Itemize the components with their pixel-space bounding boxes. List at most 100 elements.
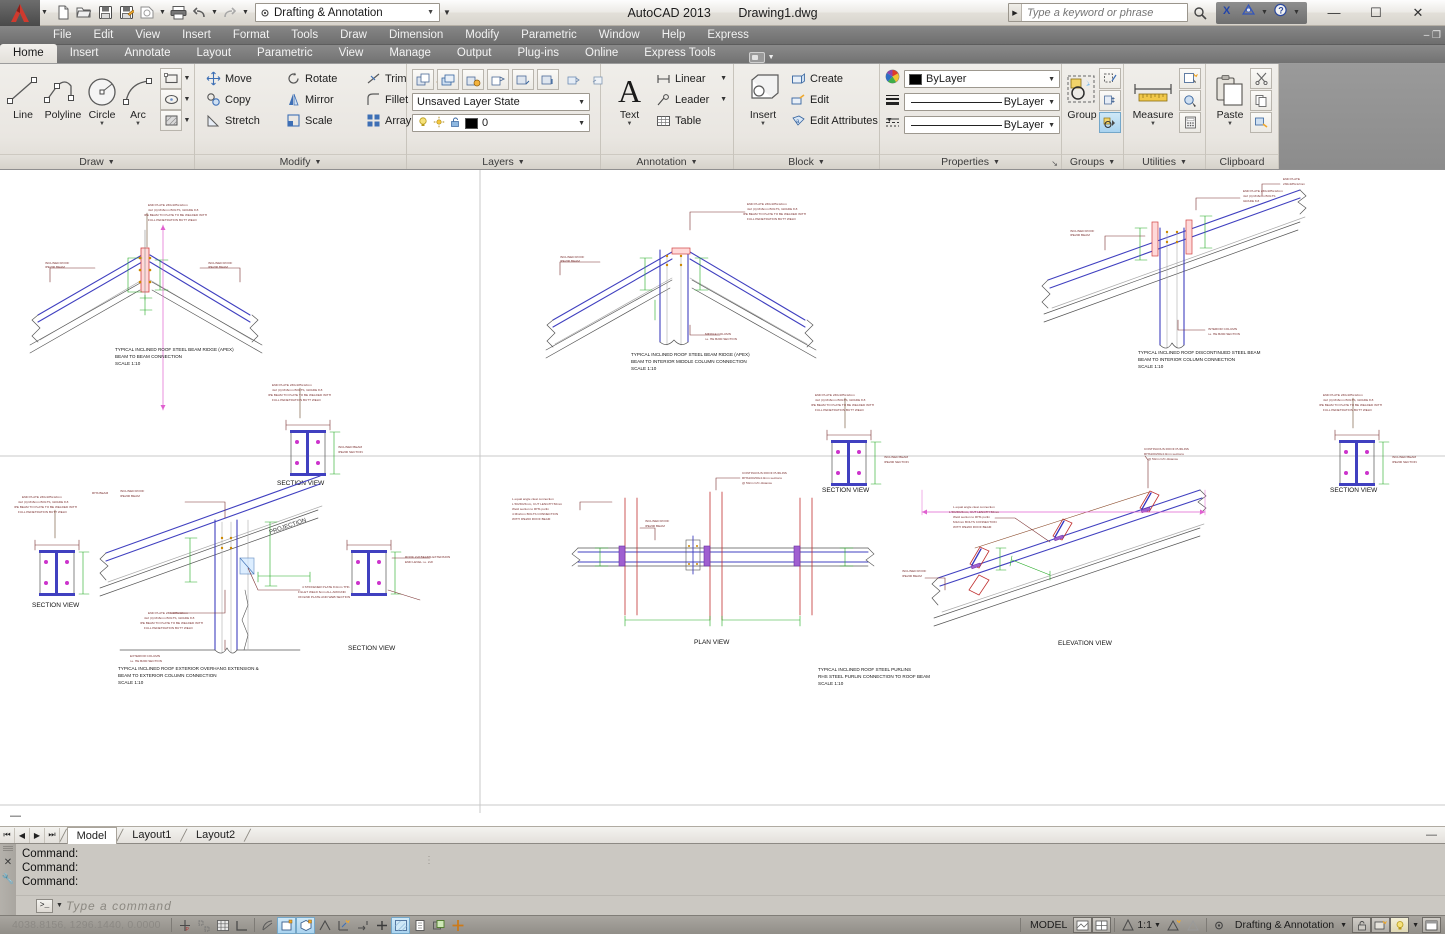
group-edit-tool[interactable]: [1099, 90, 1121, 111]
edit-attributes-tool[interactable]: a Edit Attributes ▼: [788, 110, 895, 131]
linetype-icon[interactable]: [885, 115, 900, 135]
coordinates-readout[interactable]: 4038.8156, 1296.1440, 0.0000: [0, 919, 168, 931]
3d-object-snap-toggle[interactable]: [296, 916, 315, 934]
arc-dropdown-caret-icon[interactable]: ▼: [135, 121, 141, 127]
layer-match-tool[interactable]: [562, 69, 584, 90]
layer-make-current-tool[interactable]: [437, 69, 459, 90]
chevron-down-icon[interactable]: ▼: [691, 159, 698, 166]
plot-button[interactable]: [168, 3, 188, 23]
tab-output[interactable]: Output: [444, 44, 505, 63]
cut-tool[interactable]: [1250, 68, 1272, 89]
layout-tab-model[interactable]: Model: [66, 826, 117, 844]
panel-layers-title[interactable]: Layers ▼: [407, 154, 600, 169]
tab-express-tools[interactable]: Express Tools: [631, 44, 728, 63]
tab-view[interactable]: View: [326, 44, 377, 63]
panel-block-title[interactable]: Block ▼: [734, 154, 879, 169]
command-history[interactable]: Command: Command: Command: ⋮: [16, 844, 1445, 895]
close-icon[interactable]: ✕: [4, 857, 12, 868]
annotation-scale-value[interactable]: 1:1: [1137, 919, 1154, 931]
panel-draw-title[interactable]: Draw ▼: [0, 154, 194, 169]
match-properties-tool[interactable]: [1250, 112, 1272, 133]
layer-unlock-icon[interactable]: [449, 116, 461, 131]
layer-color-swatch[interactable]: [465, 117, 478, 129]
ortho-mode-toggle[interactable]: [232, 917, 251, 934]
panel-annotation-title[interactable]: Annotation ▼: [601, 154, 733, 169]
chevron-down-icon[interactable]: ▼: [574, 120, 589, 127]
linetype-combo[interactable]: ByLayer ▼: [904, 116, 1060, 134]
table-tool[interactable]: Table: [653, 110, 729, 131]
copyclip-tool[interactable]: [1250, 90, 1272, 111]
close-button[interactable]: ✕: [1397, 1, 1439, 25]
tab-parametric[interactable]: Parametric: [244, 44, 326, 63]
menu-item-draw[interactable]: Draw: [329, 26, 378, 45]
chevron-down-icon[interactable]: ▼: [1180, 159, 1187, 166]
rectangle-dropdown-caret-icon[interactable]: ▼: [182, 75, 192, 82]
command-window-minimize[interactable]: —: [1426, 829, 1437, 841]
dynamic-input-toggle[interactable]: [353, 917, 372, 934]
quick-calc-select-tool[interactable]: [1179, 90, 1201, 111]
save-button[interactable]: [95, 3, 115, 23]
menu-item-insert[interactable]: Insert: [171, 26, 222, 45]
menu-item-parametric[interactable]: Parametric: [510, 26, 588, 45]
hatch-tool[interactable]: [160, 110, 182, 131]
quick-properties-toggle[interactable]: [410, 917, 429, 934]
search-box[interactable]: ▶: [1008, 3, 1188, 22]
layout-tab-layout2[interactable]: Layout2: [187, 827, 244, 843]
infer-constraints-toggle[interactable]: P: [175, 917, 194, 934]
chevron-down-icon[interactable]: ▼: [1044, 76, 1059, 83]
chevron-down-icon[interactable]: ▼: [108, 159, 115, 166]
exchange-icon[interactable]: X: [1222, 3, 1237, 22]
workspace-gear-icon[interactable]: [1210, 917, 1229, 934]
layout-tab-layout1[interactable]: Layout1: [123, 827, 180, 843]
menu-item-tools[interactable]: Tools: [280, 26, 329, 45]
layer-isolate-tool[interactable]: [487, 69, 509, 90]
text-tool[interactable]: A Text ▼: [611, 68, 648, 127]
panel-modify-title[interactable]: Modify ▼: [195, 154, 406, 169]
layer-freeze-tool[interactable]: [512, 69, 534, 90]
circle-tool[interactable]: Circle ▼: [85, 68, 119, 127]
paste-tool[interactable]: Paste ▼: [1212, 68, 1248, 127]
linear-dimension-tool[interactable]: Linear ▼: [653, 68, 729, 89]
maximize-button[interactable]: ☐: [1355, 1, 1397, 25]
menu-item-express[interactable]: Express: [696, 26, 760, 45]
mirror-tool[interactable]: Mirror: [283, 89, 361, 110]
chevron-down-icon[interactable]: ▼: [993, 159, 1000, 166]
grid-display-toggle[interactable]: [213, 917, 232, 934]
workspace-switcher-combo[interactable]: Drafting & Annotation ▼: [255, 3, 440, 22]
paste-dropdown-caret-icon[interactable]: ▼: [1227, 121, 1233, 127]
selection-cycling-toggle[interactable]: [429, 917, 448, 934]
layout-viewport-icon[interactable]: [1092, 917, 1112, 933]
properties-dialog-launcher[interactable]: ↘: [1051, 159, 1058, 168]
copy-tool[interactable]: Copy: [203, 89, 281, 110]
measure-tool[interactable]: Measure ▼: [1130, 68, 1176, 127]
dynamic-ucs-toggle[interactable]: [334, 917, 353, 934]
chevron-down-icon[interactable]: ▼: [424, 9, 437, 16]
drag-grip-icon[interactable]: [3, 846, 13, 851]
scale-tool[interactable]: Scale: [283, 110, 361, 131]
chevron-down-icon[interactable]: ▼: [768, 54, 775, 61]
plot-preview-button[interactable]: [137, 3, 157, 23]
panel-properties-title[interactable]: Properties ▼ ↘: [880, 154, 1061, 169]
tab-insert[interactable]: Insert: [57, 44, 112, 63]
command-input-placeholder[interactable]: Type a command: [66, 899, 172, 913]
insert-block-tool[interactable]: Insert ▼: [744, 68, 782, 127]
first-layout-button[interactable]: ⏮: [0, 827, 15, 843]
snap-mode-toggle[interactable]: [194, 917, 213, 934]
lineweight-combo[interactable]: ByLayer ▼: [904, 93, 1060, 111]
redo-button[interactable]: [220, 3, 240, 23]
help-icon[interactable]: ?: [1273, 3, 1288, 22]
undo-caret-icon[interactable]: ▼: [210, 3, 219, 23]
chevron-down-icon[interactable]: ▼: [1044, 99, 1059, 106]
edit-block-tool[interactable]: Edit: [788, 89, 895, 110]
stretch-tool[interactable]: Stretch: [203, 110, 281, 131]
group-tool[interactable]: Group: [1066, 68, 1098, 121]
menu-item-view[interactable]: View: [124, 26, 171, 45]
transparency-toggle[interactable]: [391, 916, 410, 934]
object-snap-tracking-toggle[interactable]: [315, 917, 334, 934]
last-layout-button[interactable]: ⏭: [45, 827, 60, 843]
autodesk360-icon[interactable]: [1241, 3, 1256, 22]
chevron-down-icon[interactable]: ▼: [1044, 122, 1059, 129]
document-window-controls[interactable]: – ❐: [1424, 26, 1441, 45]
quickcalc-tool[interactable]: [1179, 112, 1201, 133]
redo-caret-icon[interactable]: ▼: [241, 3, 250, 23]
